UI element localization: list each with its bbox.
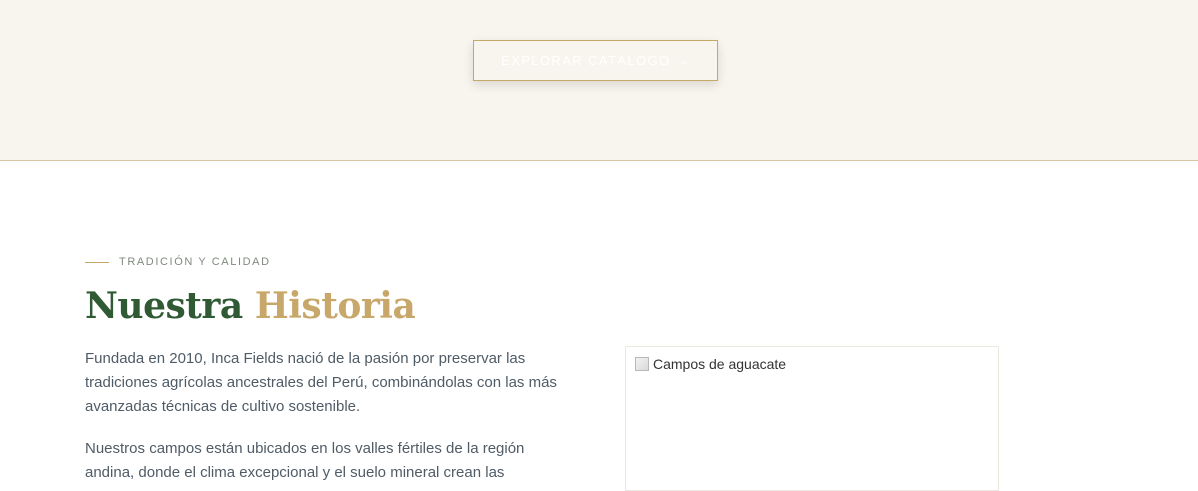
section-eyebrow: TRADICIÓN Y CALIDAD [85,256,271,268]
image-alt-text: Campos de aguacate [653,356,787,372]
title-part-nuestra: Nuestra [85,285,243,327]
eyebrow-label: TRADICIÓN Y CALIDAD [119,256,271,268]
story-paragraph-1: Fundada en 2010, Inca Fields nació de la… [85,350,557,415]
eyebrow-divider [85,261,109,263]
broken-image-placeholder: Campos de aguacate [635,356,786,372]
broken-image-icon [635,357,649,371]
avocado-fields-image: Campos de aguacate [625,346,999,491]
hero-section: EXPLORAR CATÁLOGO → [0,0,1198,161]
story-paragraph-2: Nuestros campos están ubicados en los va… [85,440,525,481]
explore-catalog-button[interactable]: EXPLORAR CATÁLOGO → [473,40,718,81]
title-part-historia: Historia [254,285,416,327]
section-title: Nuestra Historia [85,285,416,327]
